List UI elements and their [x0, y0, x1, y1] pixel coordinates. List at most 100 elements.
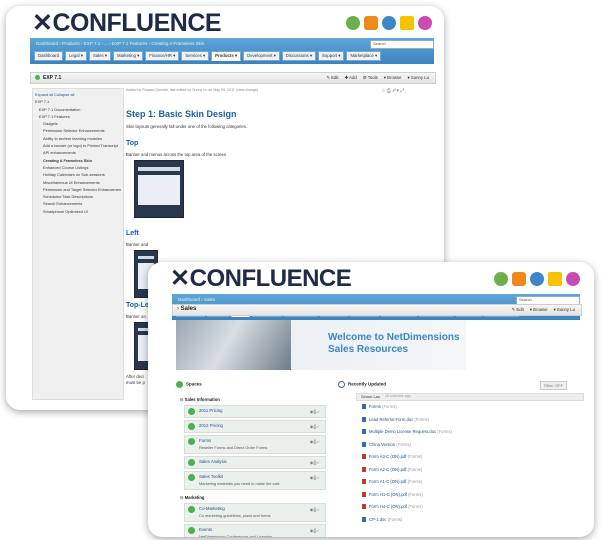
tree-item[interactable]: Ability to archive learning modules — [35, 135, 121, 142]
tree-item[interactable]: Gadgets — [35, 120, 121, 127]
tab-item[interactable]: Marketplace ▾ — [346, 51, 382, 61]
space-name[interactable]: Forms — [199, 438, 211, 443]
tab-item[interactable]: Services ▾ — [181, 51, 210, 61]
space-action-icons[interactable]: ◉⎙☆ — [310, 409, 320, 414]
space-name[interactable]: Co-Marketing — [199, 506, 225, 511]
space-item[interactable]: 2011 Pricing ◉⎙☆ — [184, 405, 326, 418]
space-action-icons[interactable]: ◉⎙☆ — [310, 507, 320, 512]
recent-update-item[interactable]: Multiple Demo License Request.doc (Forms… — [362, 429, 452, 435]
tree-item[interactable]: EXP 7.1 — [35, 98, 121, 105]
space-action-icons[interactable]: ◉⎙☆ — [310, 424, 320, 429]
user-icon[interactable] — [418, 16, 432, 30]
rss-icon[interactable] — [364, 16, 378, 30]
space-action-icons[interactable]: ◉⎙☆ — [310, 460, 320, 465]
space-action-icons[interactable]: ◉⎙☆ — [310, 439, 320, 444]
user-icon[interactable] — [566, 272, 580, 286]
space-name[interactable]: 2011 Pricing — [199, 408, 223, 413]
people-icon[interactable] — [530, 272, 544, 286]
tree-item[interactable]: API enhancements — [35, 149, 121, 156]
tab-item[interactable]: Development ▾ — [243, 51, 280, 61]
recent-update-name[interactable]: Lead Referral Form.doc — [369, 417, 413, 422]
space-title[interactable]: EXP 7.1 — [43, 75, 61, 81]
marketing-header[interactable]: ⊟ Marketing — [180, 495, 204, 500]
recent-update-item[interactable]: Form A1-C (ON).pdf (Forms) — [362, 479, 422, 485]
recent-update-name[interactable]: China Version — [369, 442, 395, 447]
tab-item[interactable]: Sales ▾ — [88, 51, 112, 61]
recent-update-item[interactable]: Form A2-C (ON).pdf (Forms) — [362, 467, 422, 472]
tree-item[interactable]: Creating A Frameless Skin — [35, 157, 121, 164]
breadcrumb[interactable]: Dashboard › Products › EXP 7.1 › ... › E… — [36, 41, 204, 46]
confluence-logo[interactable]: ✕CONFLUENCE — [170, 264, 352, 293]
recent-update-name[interactable]: Form H4-C (ON).pdf — [369, 504, 407, 509]
recent-update-name[interactable]: Form A2-C (ON).pdf — [369, 467, 406, 472]
space-item[interactable]: Events NetDimensions Conferences and Lear… — [184, 524, 326, 537]
tab-item[interactable]: Finance/HR ▾ — [145, 51, 180, 61]
edit-button[interactable]: ✎ Edit — [512, 307, 524, 313]
star-icon[interactable] — [548, 272, 562, 286]
user-menu[interactable]: ▾ Sunny Lu — [407, 75, 429, 81]
tree-item[interactable]: Smartphone Optimized UI — [35, 208, 121, 215]
recent-update-name[interactable]: Forms — [369, 404, 381, 409]
tab-item[interactable]: Dashboard — [34, 51, 64, 61]
edit-button[interactable]: ✎ Edit — [326, 75, 338, 81]
page-actions-icons[interactable]: ☆ ⎙ ✐▾ ⤢ — [381, 88, 404, 94]
space-item[interactable]: Forms Reseller Forms and Direct Order For… — [184, 435, 326, 454]
user-menu[interactable]: ▾ Sunny Lu — [553, 307, 575, 313]
recent-update-item[interactable]: Form H4-C (ON).pdf (Forms) — [362, 504, 423, 510]
tree-item[interactable]: Scheduled Task Descriptions — [35, 193, 121, 200]
recent-update-item[interactable]: CP-1.doc (Forms) — [362, 517, 402, 522]
tree-item[interactable]: Holiday Calendars on Sub-sessions — [35, 171, 121, 178]
space-item[interactable]: 2012 Pricing ◉⎙☆ — [184, 420, 326, 433]
browse-button[interactable]: ▾ Browse — [384, 75, 402, 81]
space-title[interactable]: Sales — [181, 306, 197, 312]
space-item[interactable]: Co-Marketing Co marketing guidelines, pla… — [184, 503, 326, 522]
sales-information-header[interactable]: ⊟ Sales Information — [180, 397, 220, 402]
tab-item[interactable]: Marketing ▾ — [113, 51, 144, 61]
space-name[interactable]: Sales Analysis — [199, 459, 227, 464]
space-name[interactable]: 2012 Pricing — [199, 423, 223, 428]
confluence-logo[interactable]: ✕CONFLUENCE — [32, 8, 222, 38]
tree-item[interactable]: Enhanced Course Listings — [35, 164, 121, 171]
globe-icon[interactable] — [494, 272, 508, 286]
star-icon[interactable] — [400, 16, 414, 30]
tools-button[interactable]: ⚙ Tools — [363, 75, 378, 81]
collapse-icon[interactable]: › — [177, 306, 179, 312]
recent-update-name[interactable]: Form A3-C (ON).pdf — [369, 454, 406, 459]
recent-update-item[interactable]: Lead Referral Form.doc (Forms) — [362, 417, 429, 422]
globe-icon[interactable] — [346, 16, 360, 30]
rss-icon[interactable] — [512, 272, 526, 286]
tree-item[interactable]: Permission and Target Selector Enhanceme… — [35, 186, 121, 193]
recent-update-name[interactable]: Form A1-C (ON).pdf — [369, 479, 406, 484]
tree-item[interactable]: Search Enhancements — [35, 200, 121, 207]
search-input[interactable]: Search — [370, 40, 434, 49]
add-button[interactable]: ✚ Add — [345, 75, 357, 81]
tree-item[interactable]: Add a banner (or logo) to Printed Transc… — [35, 142, 121, 149]
tab-item[interactable]: Legal ▾ — [65, 51, 87, 61]
recent-update-name[interactable]: CP-1.doc — [369, 517, 386, 522]
recent-update-item[interactable]: Form H1-C (ON).pdf (Forms) — [362, 492, 423, 497]
space-action-icons[interactable]: ◉⎙☆ — [310, 475, 320, 480]
space-action-icons[interactable]: ◉⎙☆ — [310, 528, 320, 533]
tab-item[interactable]: Support ▾ — [318, 51, 345, 61]
recent-update-item[interactable]: Form A3-C (ON).pdf (Forms) — [362, 454, 422, 460]
space-item[interactable]: Sales Toolkit Marketing materials you nee… — [184, 471, 326, 490]
tab-item[interactable]: Products ▾ — [211, 51, 242, 61]
people-icon[interactable] — [382, 16, 396, 30]
tree-item[interactable]: EXP 7.1 Features — [35, 113, 121, 120]
breadcrumb[interactable]: Dashboard › Sales — [178, 297, 215, 302]
space-name[interactable]: Sales Toolkit — [199, 474, 223, 479]
top-layout-thumbnail[interactable] — [134, 160, 184, 218]
tree-item[interactable]: EXP 7.1 Documentation — [35, 106, 121, 113]
browse-button[interactable]: ▾ Browse — [530, 307, 548, 313]
space-item[interactable]: Sales Analysis ◉⎙☆ — [184, 456, 326, 469]
space-name[interactable]: Events — [199, 527, 212, 532]
filter-button[interactable]: Filter: OFF — [540, 381, 568, 390]
recent-update-name[interactable]: Form H1-C (ON).pdf — [369, 492, 407, 497]
recent-user-name[interactable]: Simon Lau — [361, 394, 380, 399]
recent-update-name[interactable]: Multiple Demo License Request.doc — [369, 429, 436, 434]
recent-update-item[interactable]: China Version (Forms) — [362, 442, 411, 447]
tree-toggle[interactable]: Expand all Collapse all — [35, 91, 121, 98]
tree-item[interactable]: Permission Selector Enhancements — [35, 127, 121, 134]
tab-item[interactable]: Discussions ▾ — [281, 51, 317, 61]
recent-update-item[interactable]: Forms (Forms) — [362, 404, 397, 410]
